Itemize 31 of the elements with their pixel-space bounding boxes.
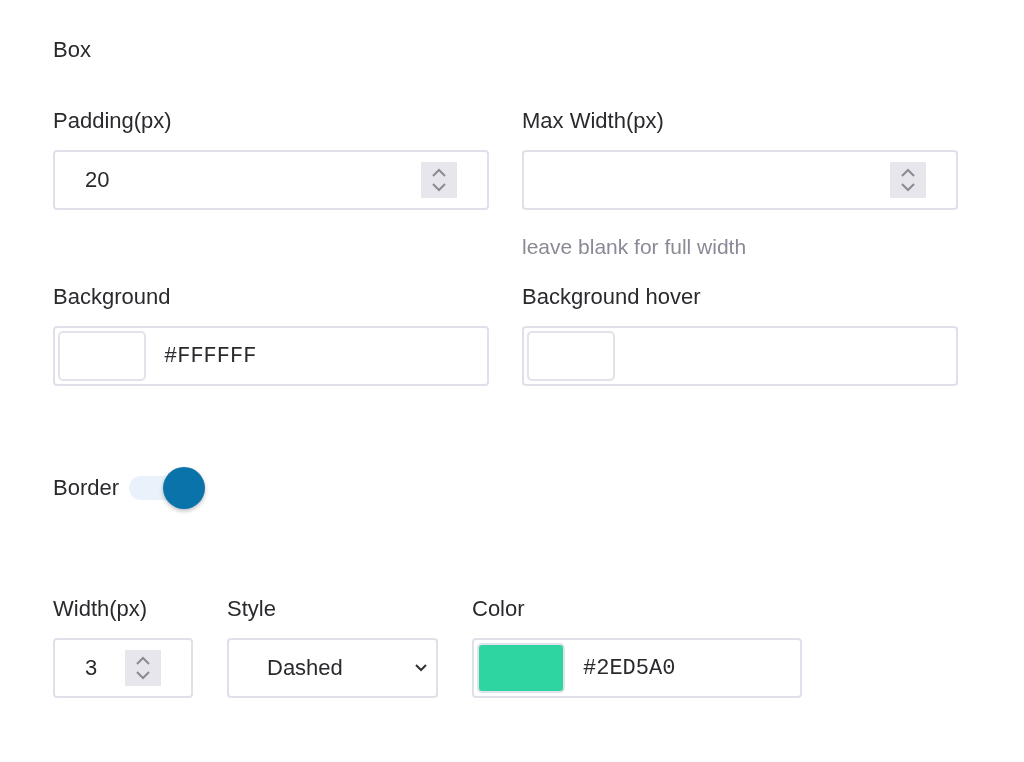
field-label: Max Width(px) xyxy=(522,108,664,134)
number-field[interactable] xyxy=(522,150,958,210)
stepper-button[interactable] xyxy=(421,162,457,198)
stepper-button[interactable] xyxy=(890,162,926,198)
number-field[interactable]: 3 xyxy=(53,638,193,698)
toggle-label: Border xyxy=(53,475,120,501)
caret-icon xyxy=(414,663,428,673)
hex-input[interactable]: #2ED5A0 xyxy=(583,655,797,681)
up-down-chevron-icon xyxy=(900,167,916,193)
color-swatch[interactable] xyxy=(477,643,565,693)
up-down-chevron-icon xyxy=(431,167,447,193)
field-label: Background hover xyxy=(522,284,701,310)
field-label: Padding(px) xyxy=(53,108,172,134)
number-input[interactable]: 3 xyxy=(85,655,117,681)
up-down-chevron-icon xyxy=(135,655,151,681)
field-label: Width(px) xyxy=(53,596,148,622)
color-field[interactable]: #FFFFFF xyxy=(53,326,489,386)
style-dropdown[interactable]: Dashed xyxy=(227,638,438,698)
color-field[interactable]: #2ED5A0 xyxy=(472,638,802,698)
color-field[interactable] xyxy=(522,326,958,386)
number-field[interactable]: 20 xyxy=(53,150,489,210)
stepper-button[interactable] xyxy=(125,650,161,686)
hint-text: leave blank for full width xyxy=(522,234,747,260)
field-label: Background xyxy=(53,284,171,310)
field-label: Style xyxy=(227,596,276,622)
field-label: Color xyxy=(472,596,525,622)
color-swatch[interactable] xyxy=(527,331,615,381)
hex-input[interactable]: #FFFFFF xyxy=(164,343,484,369)
section-title: Box xyxy=(53,36,91,64)
number-input[interactable]: 20 xyxy=(85,167,413,193)
color-swatch[interactable] xyxy=(58,331,146,381)
